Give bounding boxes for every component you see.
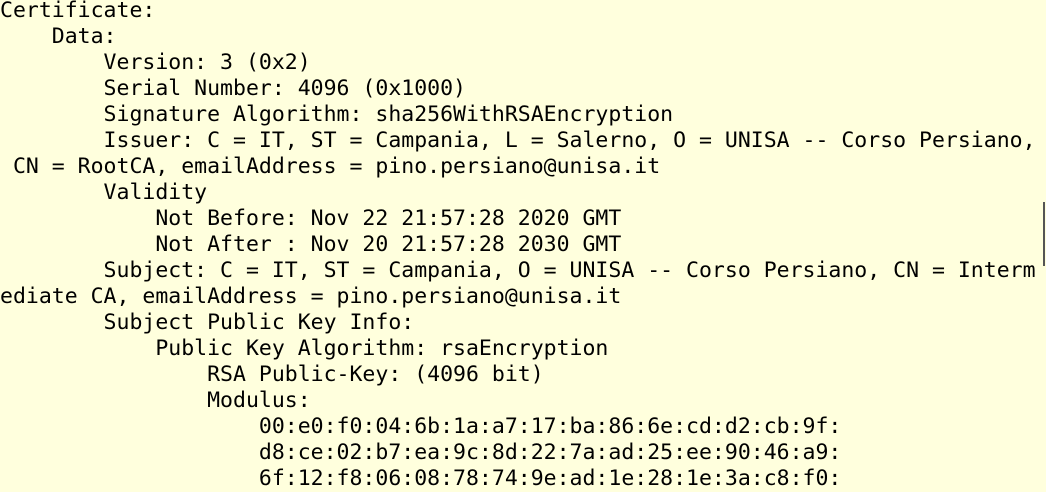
- output-line: Validity: [0, 180, 208, 205]
- output-line: CN = RootCA, emailAddress = pino.persian…: [0, 154, 661, 179]
- output-line: RSA Public-Key: (4096 bit): [0, 362, 544, 387]
- output-line: Public Key Algorithm: rsaEncryption: [0, 336, 609, 361]
- output-line: Version: 3 (0x2): [0, 50, 311, 75]
- output-line: Issuer: C = IT, ST = Campania, L = Saler…: [0, 128, 1036, 153]
- scroll-indicator[interactable]: [1043, 202, 1045, 266]
- output-line: Certificate:: [0, 0, 156, 23]
- output-line: Subject Public Key Info:: [0, 310, 415, 335]
- terminal-output[interactable]: Certificate: Data: Version: 3 (0x2) Seri…: [0, 0, 1046, 492]
- output-line: d8:ce:02:b7:ea:9c:8d:22:7a:ad:25:ee:90:4…: [0, 440, 842, 465]
- output-line: Serial Number: 4096 (0x1000): [0, 76, 466, 101]
- output-line: Not After : Nov 20 21:57:28 2030 GMT: [0, 232, 622, 257]
- output-line: 6f:12:f8:06:08:78:74:9e:ad:1e:28:1e:3a:c…: [0, 466, 842, 491]
- output-line: Signature Algorithm: sha256WithRSAEncryp…: [0, 102, 674, 127]
- output-line: Data:: [0, 24, 117, 49]
- output-line: Subject: C = IT, ST = Campania, O = UNIS…: [0, 258, 1036, 283]
- output-line: ediate CA, emailAddress = pino.persiano@…: [0, 284, 622, 309]
- output-line: Modulus:: [0, 388, 311, 413]
- output-line: 00:e0:f0:04:6b:1a:a7:17:ba:86:6e:cd:d2:c…: [0, 414, 842, 439]
- output-line: Not Before: Nov 22 21:57:28 2020 GMT: [0, 206, 622, 231]
